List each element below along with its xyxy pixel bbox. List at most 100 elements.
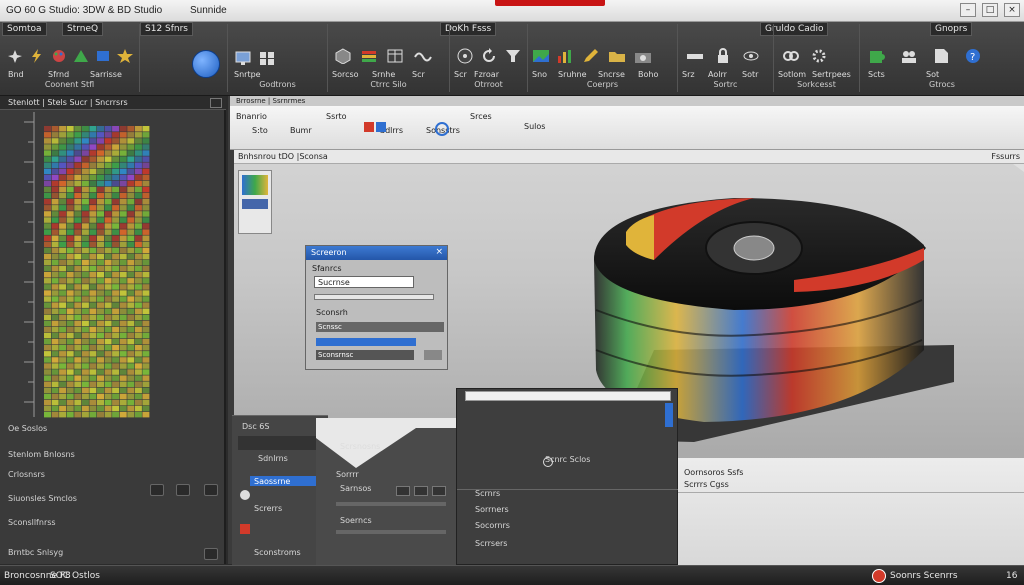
eye-icon[interactable] [742,48,760,64]
refresh-icon[interactable] [480,48,498,64]
ribbon-button-label[interactable]: Fzroar [474,70,499,79]
layers-icon[interactable] [360,48,378,64]
monitor-icon[interactable] [234,50,252,66]
image-icon[interactable] [532,48,550,64]
toolbar-item[interactable]: Srces [470,112,492,121]
ribbon-button-label[interactable]: Sfrnd [48,70,69,79]
ribbon-button-label[interactable]: Sotlom [778,70,806,79]
toolbar-item[interactable]: S:to [252,126,268,135]
panel-item[interactable]: Socornrs [475,521,510,530]
panel-collapse-button[interactable] [210,98,222,108]
panel-option-button[interactable] [150,484,164,496]
panel-button[interactable] [414,486,428,496]
filter-icon[interactable] [504,48,522,64]
spectrum-heatmap[interactable] [44,126,150,418]
ribbon-button-label[interactable]: Scr [412,70,425,79]
close-button[interactable]: × [1004,3,1020,17]
lock-icon[interactable] [714,48,732,64]
panel-item[interactable]: Scrnrs [475,489,500,498]
panel-slider[interactable] [336,530,446,534]
dialog-input[interactable]: Sucrnse [314,276,414,288]
help-icon[interactable]: ? [964,48,982,64]
ribbon-button-label[interactable]: Sertrpees [812,70,851,79]
panel-button[interactable] [396,486,410,496]
zoom-level[interactable]: 16 [1006,571,1017,581]
shape-icon[interactable] [72,48,90,64]
camera-icon[interactable] [634,48,652,64]
left-panel-row[interactable]: Stenlom Bnlosns [8,450,75,462]
panel-option-button[interactable] [176,484,190,496]
ribbon-button-label[interactable]: Sno [532,70,547,79]
panel-item[interactable]: Screrrs [254,504,282,513]
ribbon-button-label[interactable]: Srz [682,70,695,79]
maximize-button[interactable]: □ [982,3,998,17]
ribbon-button-label[interactable]: Boho [638,70,658,79]
lightning-icon[interactable] [28,48,46,64]
panel-option-button[interactable] [204,548,218,560]
ribbon-button-label[interactable]: Sotr [742,70,758,79]
puzzle-icon[interactable] [868,48,886,64]
ribbon-button-label[interactable]: Sorcso [332,70,359,79]
users-icon[interactable] [900,48,918,64]
cube-icon[interactable] [334,48,352,65]
minimize-button[interactable]: – [960,3,976,17]
ribbon-button-label[interactable]: Sot [926,70,939,79]
chart-icon[interactable] [556,48,574,64]
table-icon[interactable] [386,48,404,64]
ribbon-button-label[interactable]: Scr [454,70,467,79]
star-icon[interactable] [116,48,134,64]
link-icon[interactable] [782,48,800,64]
ribbon-button-label[interactable]: Sruhne [558,70,587,79]
panel-item[interactable]: Soerncs [340,516,372,525]
sparkle-icon[interactable] [6,48,24,64]
folder-icon[interactable] [608,48,626,64]
panel-item[interactable]: Saossrne [254,477,290,486]
panel-item[interactable]: Sorrrr [336,470,359,479]
panel-slider[interactable] [336,502,446,506]
toolbar-item[interactable]: Sulos [524,122,545,131]
panel-item[interactable]: Sarnsos [340,484,371,493]
panel-item[interactable]: Sorrners [475,505,509,514]
panel-button[interactable] [432,486,446,496]
disc-icon[interactable] [456,48,474,64]
ribbon-button-label[interactable]: Aolrr [708,70,727,79]
dialog-small-button[interactable] [424,350,442,360]
panel-option-button[interactable] [204,484,218,496]
ribbon-button-label[interactable]: Sncrse [598,70,625,79]
color-swatch-red[interactable] [364,122,374,132]
left-panel-row[interactable]: Crlosnsrs [8,470,45,482]
dialog-slider[interactable] [314,294,434,300]
ribbon-button-label[interactable]: Sarrisse [90,70,122,79]
panel-item[interactable]: Sdnlrns [258,454,288,463]
settings-icon[interactable] [810,48,828,64]
ribbon-button-label[interactable]: Bnd [8,70,24,79]
toolbar-item[interactable]: Bnanrio [236,112,267,121]
target-icon[interactable] [435,122,449,136]
toolbar-item[interactable]: Ssrto [326,112,347,121]
radio-icon[interactable] [240,490,250,500]
panel-item[interactable]: Scrrsers [475,539,507,548]
notification-icon[interactable] [872,569,886,583]
left-panel-row[interactable]: Siuonsles Smclos [8,494,77,506]
panel-item[interactable]: Sconstroms [254,548,301,557]
ribbon-button-label[interactable]: Srnhe [372,70,395,79]
brush-icon[interactable] [94,48,112,64]
toolbar-item[interactable]: Bumr [290,126,312,135]
scene-thumbnail[interactable] [238,170,272,234]
pencil-icon[interactable] [582,48,600,64]
scrollbar-thumb[interactable] [665,403,673,427]
info-icon[interactable] [543,457,553,467]
left-panel-row[interactable]: Sconsllfnrss [8,518,56,530]
panel-field[interactable] [238,436,318,450]
document-tab[interactable]: Brrosrne | Ssrnrmes [236,97,305,105]
dialog-close-icon[interactable]: × [435,247,443,257]
palette-icon[interactable] [50,48,68,64]
left-panel-row[interactable]: Oe Soslos [8,424,47,436]
app-logo-icon[interactable] [192,50,220,78]
wave-icon[interactable] [414,48,432,64]
ribbon-button-label[interactable]: Scts [868,70,885,79]
ribbon-button-label[interactable]: Snrtpe [234,70,261,79]
color-swatch-blue[interactable] [376,122,386,132]
ruler-icon[interactable] [686,48,704,64]
document-icon[interactable] [932,48,950,64]
